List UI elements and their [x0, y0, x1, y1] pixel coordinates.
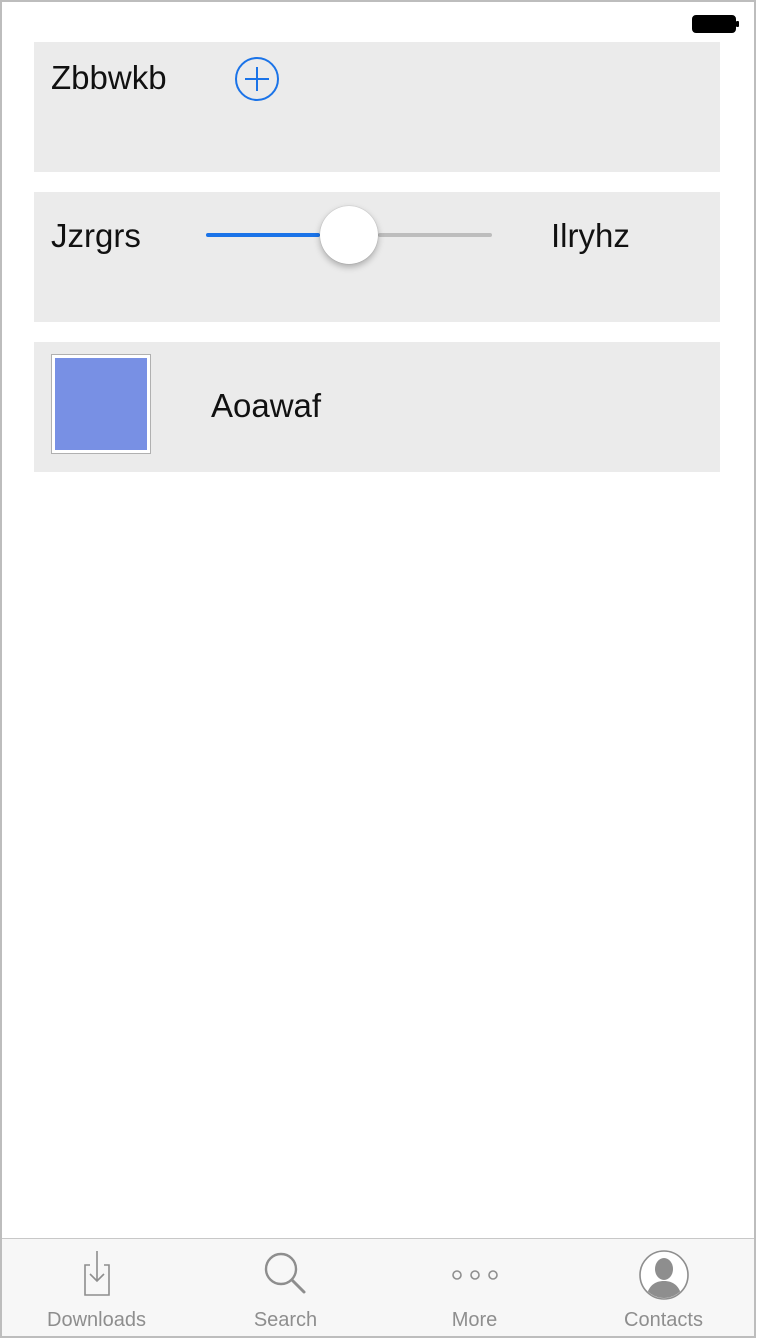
- plus-circle-icon[interactable]: [233, 55, 281, 103]
- download-tray-icon: [83, 1251, 110, 1296]
- color-well[interactable]: [51, 354, 151, 454]
- color-row: Aoawaf: [34, 342, 720, 472]
- slider-min-label: Jzrgrs: [51, 217, 141, 254]
- slider-max-label: Ilryhz: [551, 217, 630, 254]
- tab-contacts-label: Contacts: [624, 1309, 703, 1331]
- stepper-row-label: Zbbwkb: [51, 59, 167, 96]
- tab-contacts[interactable]: Contacts: [569, 1239, 754, 1336]
- color-well-fill: [55, 358, 147, 450]
- slider-min-track: [206, 233, 320, 237]
- magnifier-icon: [264, 1252, 305, 1294]
- app-screen: Zbbwkb Jzrgrs Ilryhz Aoawaf Downloads Se…: [0, 0, 756, 1338]
- tab-downloads[interactable]: Downloads: [2, 1239, 191, 1336]
- slider-row: Jzrgrs Ilryhz: [34, 192, 720, 322]
- tab-more-label: More: [451, 1309, 498, 1331]
- tab-search-label: Search: [253, 1309, 318, 1331]
- person-circle-icon: [638, 1250, 689, 1300]
- slider-max-track: [378, 233, 492, 237]
- tab-more[interactable]: More: [380, 1239, 569, 1336]
- battery-full-icon: [692, 15, 739, 33]
- tab-search[interactable]: Search: [191, 1239, 380, 1336]
- color-row-label: Aoawaf: [211, 387, 322, 424]
- tab-downloads-label: Downloads: [47, 1309, 146, 1331]
- stepper-row: Zbbwkb: [34, 42, 720, 172]
- slider-thumb[interactable]: [320, 206, 378, 264]
- value-slider[interactable]: [206, 205, 492, 265]
- more-dots-icon: [451, 1270, 498, 1280]
- tab-bar: Downloads Search More Contacts: [2, 1238, 754, 1336]
